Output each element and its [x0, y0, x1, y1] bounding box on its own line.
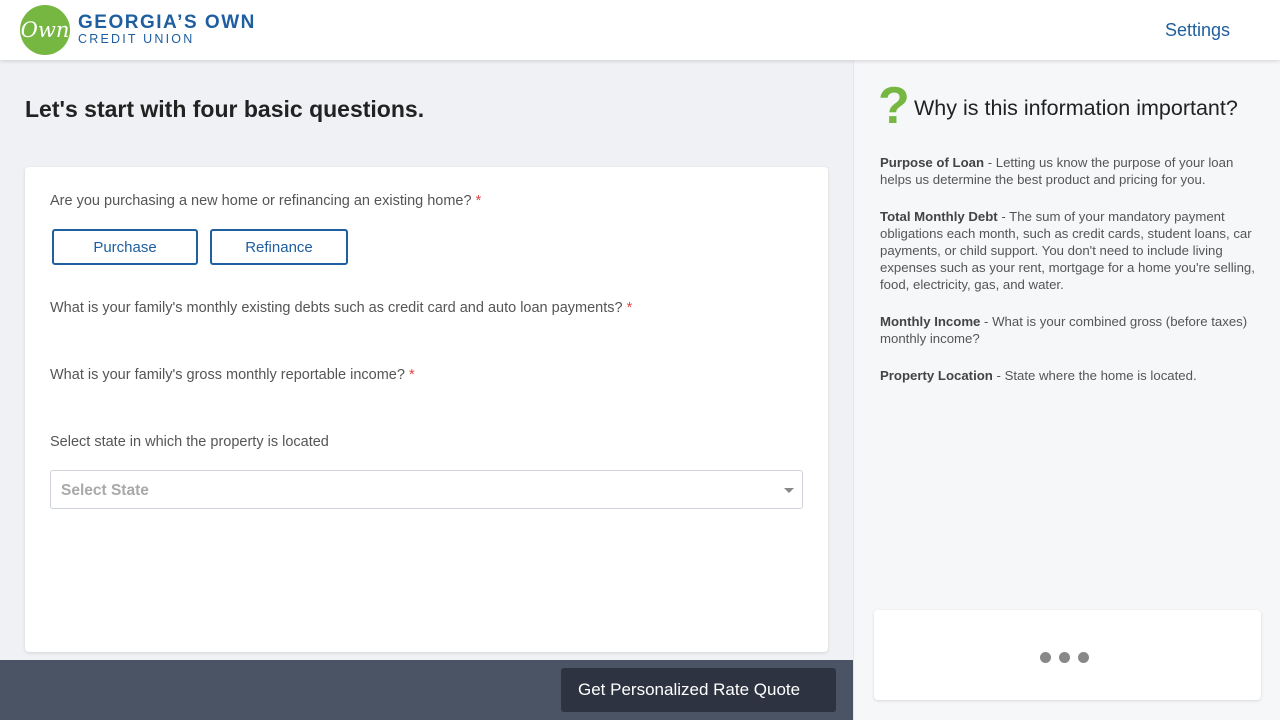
typing-dots-icon — [1040, 652, 1089, 663]
dot — [1078, 652, 1089, 663]
footer-action-bar: Get Personalized Rate Quote — [0, 660, 853, 720]
logo-subtitle: CREDIT UNION — [78, 32, 195, 46]
info-list: Purpose of Loan - Letting us know the pu… — [880, 154, 1262, 404]
state-select-placeholder: Select State — [61, 482, 149, 499]
help-sidebar: ? Why is this information important? Pur… — [853, 60, 1280, 720]
info-description: - State where the home is located. — [992, 368, 1197, 383]
chevron-down-icon — [784, 488, 794, 493]
dot — [1040, 652, 1051, 663]
question-income-text: What is your family's gross monthly repo… — [50, 367, 405, 383]
question-purpose: Are you purchasing a new home or refinan… — [50, 193, 481, 209]
info-item-debt: Total Monthly Debt - The sum of your man… — [880, 208, 1262, 293]
question-property-state: Select state in which the property is lo… — [50, 434, 329, 450]
refinance-button[interactable]: Refinance — [210, 229, 348, 265]
question-monthly-income: What is your family's gross monthly repo… — [50, 367, 415, 383]
required-asterisk: * — [408, 367, 415, 383]
questionnaire-pane: Let's start with four basic questions. A… — [0, 60, 853, 660]
sidebar-title: Why is this information important? — [914, 96, 1238, 120]
info-item-income: Monthly Income - What is your combined g… — [880, 313, 1262, 347]
top-header: Own GEORGIA’S OWN CREDIT UNION Settings — [0, 0, 1280, 60]
question-monthly-debt: What is your family's monthly existing d… — [50, 300, 632, 316]
get-rate-quote-button[interactable]: Get Personalized Rate Quote — [561, 668, 836, 712]
required-asterisk: * — [626, 300, 633, 316]
info-term: Property Location — [880, 368, 993, 383]
logo-mark-icon[interactable]: Own — [20, 5, 70, 55]
info-term: Purpose of Loan — [880, 155, 985, 170]
info-item-purpose: Purpose of Loan - Letting us know the pu… — [880, 154, 1262, 188]
chat-widget[interactable] — [874, 610, 1261, 700]
required-asterisk: * — [475, 193, 482, 209]
dot — [1059, 652, 1070, 663]
question-debt-text: What is your family's monthly existing d… — [50, 300, 623, 316]
questions-card: Are you purchasing a new home or refinan… — [25, 167, 828, 652]
logo-mark-text: Own — [20, 18, 70, 42]
logo-name[interactable]: GEORGIA’S OWN — [78, 12, 256, 34]
info-term: Monthly Income — [880, 314, 981, 329]
page-title: Let's start with four basic questions. — [25, 96, 425, 122]
question-purpose-text: Are you purchasing a new home or refinan… — [50, 193, 472, 209]
info-item-location: Property Location - State where the home… — [880, 367, 1262, 384]
state-select[interactable]: Select State — [50, 470, 803, 509]
question-mark-icon: ? — [878, 77, 910, 135]
purchase-button[interactable]: Purchase — [52, 229, 198, 265]
settings-link[interactable]: Settings — [1165, 20, 1230, 41]
info-term: Total Monthly Debt — [880, 209, 998, 224]
